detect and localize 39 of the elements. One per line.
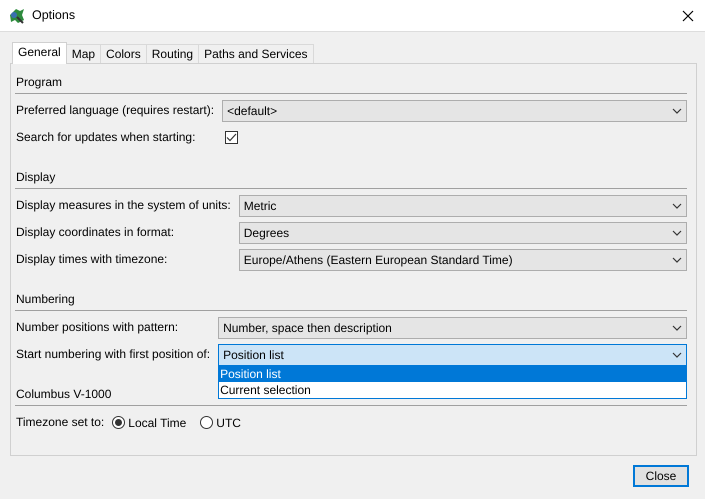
tab[interactable]: Paths and Services [198, 44, 314, 63]
field-label: Display times with timezone: [15, 251, 168, 268]
window-title: Options [32, 7, 76, 24]
dropdown[interactable]: <default> [222, 100, 687, 122]
field-label: Number positions with pattern: [15, 319, 180, 336]
section-title: Display [15, 169, 56, 186]
section-title: Columbus V-1000 [15, 386, 112, 403]
dropdown[interactable]: Position list [218, 344, 687, 366]
radio-button[interactable] [112, 416, 126, 429]
dropdown-option[interactable]: Current selection [219, 382, 686, 398]
dropdown-option[interactable]: Position list [219, 366, 686, 382]
chevron-icon [672, 256, 682, 262]
radio-label[interactable]: UTC [216, 414, 241, 432]
dropdown[interactable]: Degrees [238, 222, 687, 244]
chevron-icon [672, 108, 682, 114]
close-button[interactable]: Close [633, 465, 689, 487]
chevron-icon [672, 202, 682, 208]
chevron-icon [672, 324, 682, 330]
checkbox[interactable] [225, 131, 238, 144]
tab[interactable]: Routing [146, 44, 200, 63]
dropdown[interactable]: Number, space then description [218, 316, 687, 338]
field-label: Display measures in the system of units: [15, 197, 231, 214]
section-title: Numbering [15, 291, 75, 308]
tab[interactable]: Map [66, 44, 102, 63]
chevron-icon [672, 230, 682, 236]
app-icon [8, 6, 26, 24]
radio-button[interactable] [200, 416, 214, 429]
chevron-icon [672, 352, 682, 358]
field-label: Timezone set to: [15, 414, 104, 431]
field-label: Preferred language (requires restart): [15, 102, 214, 119]
field-label: Search for updates when starting: [15, 129, 196, 146]
radio-label[interactable]: Local Time [128, 414, 186, 432]
close-icon[interactable] [682, 10, 694, 22]
dropdown[interactable]: Europe/Athens (Eastern European Standard Time) [238, 248, 687, 270]
field-label: Start numbering with first position of: [15, 346, 210, 363]
tab[interactable]: General [12, 42, 67, 64]
dropdown[interactable]: Metric [238, 194, 687, 216]
field-label: Display coordinates in format: [15, 224, 176, 241]
section-title: Program [15, 74, 62, 91]
